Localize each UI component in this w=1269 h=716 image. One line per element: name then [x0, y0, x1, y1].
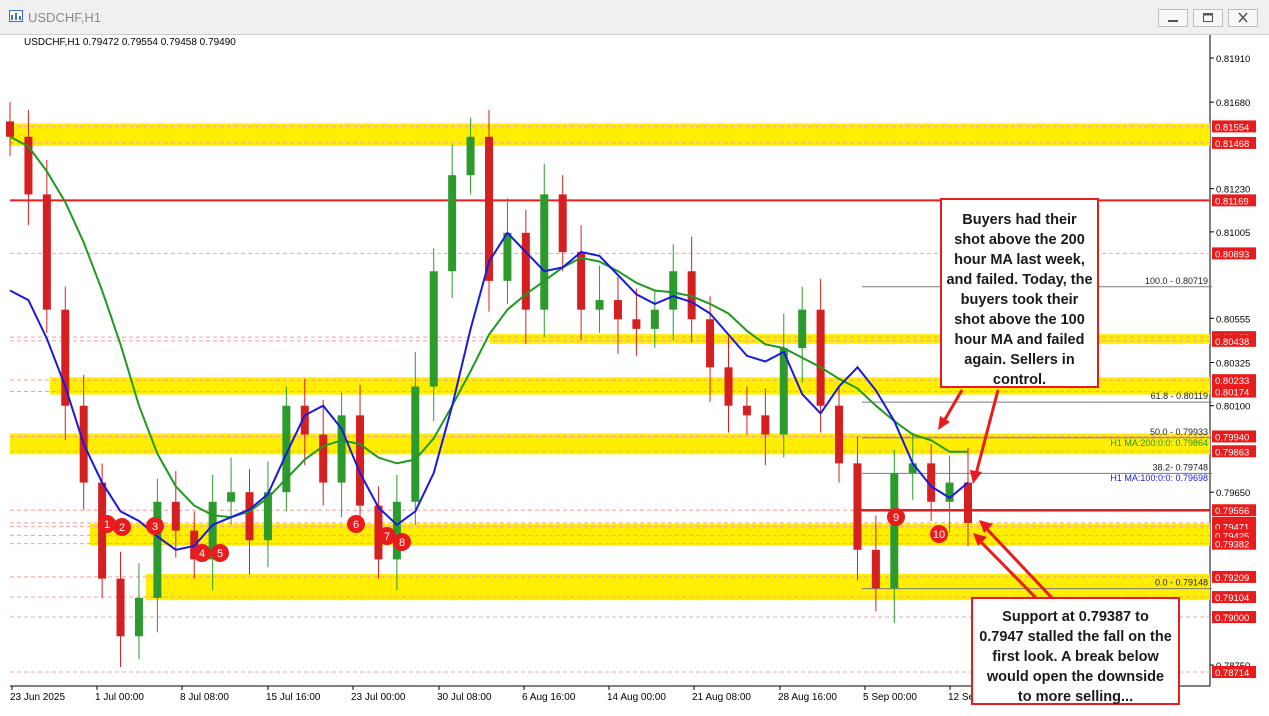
candle-body	[521, 232, 530, 310]
chart-info-label: USDCHF,H1 0.79472 0.79554 0.79458 0.7949…	[24, 37, 236, 48]
candle-body	[964, 482, 972, 523]
candle-body	[319, 434, 328, 483]
fib-level-label: 50.0 - 0.79933	[1150, 427, 1208, 437]
candle-body	[245, 492, 254, 541]
price-tag-label: 0.79940	[1215, 432, 1249, 443]
price-tag-label: 0.79863	[1215, 447, 1249, 458]
annotation-support: Support at 0.79387 to 0.7947 stalled the…	[971, 597, 1180, 705]
candle-body	[816, 309, 825, 406]
candle-body	[429, 271, 438, 387]
support-resistance-zone	[10, 433, 1210, 455]
candle-body	[577, 252, 586, 310]
price-tag-label: 0.79104	[1215, 593, 1249, 604]
candle-body	[540, 194, 549, 310]
x-tick-label: 23 Jun 2025	[10, 692, 65, 703]
price-tag-label: 0.79556	[1215, 506, 1249, 517]
swing-marker-label: 8	[399, 537, 405, 549]
candle-body	[448, 175, 457, 272]
y-tick-label: 0.81230	[1216, 185, 1250, 196]
swing-marker-label: 6	[353, 519, 359, 531]
candle-body	[503, 232, 512, 281]
candle-body	[6, 121, 14, 137]
x-tick-label: 23 Jul 00:00	[351, 692, 406, 703]
y-tick-label: 0.80100	[1216, 402, 1250, 413]
candle-body	[558, 194, 567, 253]
swing-marker-label: 5	[217, 548, 223, 560]
candle-body	[153, 501, 162, 598]
price-tag-label: 0.78714	[1215, 668, 1249, 679]
price-tag-label: 0.81169	[1215, 196, 1249, 207]
candle-body	[61, 309, 70, 406]
price-tag-label: 0.79382	[1215, 540, 1249, 551]
x-tick-label: 6 Aug 16:00	[522, 692, 576, 703]
swing-marker-label: 1	[104, 519, 110, 531]
swing-marker-label: 3	[152, 521, 158, 533]
x-tick-label: 15 Jul 16:00	[266, 692, 321, 703]
annotation-buyers: Buyers had their shot above the 200 hour…	[940, 198, 1099, 388]
y-tick-label: 0.80325	[1216, 359, 1250, 370]
candle-body	[485, 136, 493, 281]
swing-marker-label: 2	[119, 522, 125, 534]
candle-body	[632, 319, 641, 329]
candle-body	[706, 319, 715, 368]
candle-body	[411, 386, 420, 502]
y-tick-label: 0.81910	[1216, 54, 1250, 65]
x-tick-label: 28 Aug 16:00	[778, 692, 837, 703]
swing-marker-label: 7	[384, 531, 390, 543]
candle-body	[356, 415, 365, 506]
price-tag-label: 0.81468	[1215, 139, 1249, 150]
candle-body	[466, 136, 475, 176]
price-tag-label: 0.79209	[1215, 573, 1249, 584]
candle-body	[42, 194, 51, 310]
candle-body	[890, 472, 899, 589]
candle-body	[171, 501, 180, 531]
candle-body	[742, 405, 751, 416]
price-tag-label: 0.80438	[1215, 337, 1249, 348]
fib-level-label: 61.8 - 0.80119	[1151, 391, 1208, 401]
candle-body	[227, 492, 236, 502]
x-tick-label: 21 Aug 08:00	[692, 692, 751, 703]
x-tick-label: 5 Sep 00:00	[863, 692, 917, 703]
price-tag-label: 0.79000	[1215, 613, 1249, 624]
candle-body	[650, 309, 659, 329]
candle-body	[134, 597, 143, 637]
swing-marker-label: 10	[933, 529, 945, 541]
candle-body	[116, 578, 125, 637]
price-tag-label: 0.80174	[1215, 388, 1249, 399]
swing-marker-label: 9	[893, 512, 899, 524]
candle-body	[835, 405, 844, 464]
candle-body	[871, 549, 880, 589]
candle-body	[798, 309, 807, 349]
y-tick-label: 0.81680	[1216, 98, 1250, 109]
candle-body	[595, 300, 604, 310]
y-tick-label: 0.79650	[1216, 488, 1250, 499]
swing-marker-label: 4	[199, 548, 205, 560]
candle-body	[669, 271, 678, 310]
ma200-label: H1 MA:200:0:0: 0.79864	[1110, 438, 1208, 448]
candle-body	[724, 367, 733, 406]
fib-level-label: 38.2- 0.79748	[1152, 462, 1208, 472]
y-tick-label: 0.80555	[1216, 314, 1250, 325]
candle-body	[761, 415, 770, 435]
candle-body	[779, 348, 788, 435]
x-tick-label: 14 Aug 00:00	[607, 692, 666, 703]
x-tick-label: 30 Jul 08:00	[437, 692, 492, 703]
x-tick-label: 8 Jul 08:00	[180, 692, 229, 703]
support-resistance-zone	[490, 334, 1210, 344]
fib-level-label: 0.0 - 0.79148	[1155, 578, 1208, 588]
candle-body	[613, 300, 622, 320]
ma100-label: H1 MA:100:0:0: 0.79698	[1110, 473, 1208, 483]
x-tick-label: 1 Jul 00:00	[95, 692, 144, 703]
support-resistance-zone	[10, 123, 1210, 146]
price-tag-label: 0.80893	[1215, 249, 1249, 260]
y-tick-label: 0.81005	[1216, 228, 1250, 239]
price-tag-label: 0.81554	[1215, 122, 1249, 133]
fib-level-label: 100.0 - 0.80719	[1145, 276, 1208, 286]
candle-body	[853, 463, 862, 550]
